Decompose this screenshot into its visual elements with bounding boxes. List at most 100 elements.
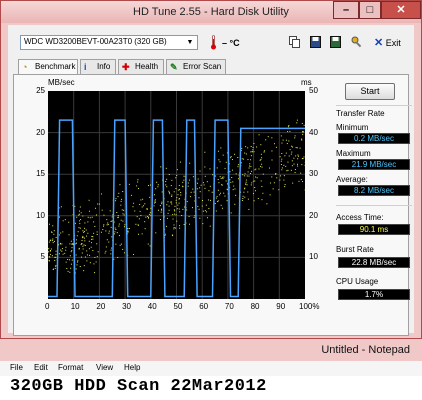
- notepad-text-area[interactable]: 320GB HDD Scan 22Mar2012: [10, 377, 267, 396]
- access-time-point: [170, 185, 172, 187]
- access-time-point: [108, 232, 110, 234]
- access-time-point: [111, 216, 113, 218]
- save-screenshot-icon[interactable]: [330, 36, 341, 48]
- access-time-point: [221, 207, 223, 209]
- access-time-point: [246, 184, 248, 186]
- access-time-point: [287, 131, 289, 133]
- access-time-point: [283, 175, 285, 177]
- access-time-point: [65, 246, 67, 248]
- access-time-point: [281, 158, 283, 160]
- access-time-point: [82, 248, 84, 250]
- access-time-point: [93, 263, 95, 265]
- access-time-point: [226, 183, 228, 185]
- access-time-point: [252, 180, 254, 182]
- access-time-point: [263, 151, 265, 153]
- access-time-point: [116, 232, 118, 234]
- access-time-point: [297, 155, 299, 157]
- access-time-point: [223, 176, 225, 178]
- menu-format[interactable]: Format: [58, 363, 83, 372]
- access-time-point: [296, 119, 298, 121]
- cpu-usage-value-text: 1.7%: [364, 290, 384, 299]
- tab-info[interactable]: i Info: [80, 59, 116, 75]
- access-time-point: [118, 192, 120, 194]
- access-time-point: [242, 195, 244, 197]
- access-time-point: [222, 178, 224, 180]
- access-time-point: [52, 242, 54, 244]
- access-time-point: [232, 189, 234, 191]
- x-tick: 80: [250, 302, 260, 311]
- access-time-point: [160, 166, 162, 168]
- minimize-button[interactable]: –: [333, 1, 359, 19]
- menu-help[interactable]: Help: [124, 363, 140, 372]
- access-time-point: [167, 212, 169, 214]
- access-time-point: [149, 245, 151, 247]
- menu-file[interactable]: File: [10, 363, 23, 372]
- access-time-point: [198, 208, 200, 210]
- close-button[interactable]: ✕: [381, 1, 421, 19]
- access-time-point: [69, 259, 71, 261]
- access-time-point: [244, 188, 246, 190]
- access-time-point: [89, 262, 91, 264]
- access-time-point: [218, 182, 220, 184]
- access-time-point: [165, 184, 167, 186]
- access-time-point: [65, 261, 67, 263]
- access-time-point: [205, 211, 207, 213]
- access-time-point: [68, 234, 70, 236]
- access-time-point: [138, 218, 140, 220]
- access-time-point: [110, 226, 112, 228]
- access-time-point: [188, 179, 190, 181]
- options-icon[interactable]: [351, 36, 362, 48]
- access-time-point: [291, 146, 293, 148]
- access-time-point: [288, 155, 290, 157]
- access-time-point: [220, 147, 222, 149]
- access-time-point: [96, 243, 98, 245]
- exit-icon: ✕: [374, 37, 384, 49]
- transfer-rate-label: Transfer Rate: [336, 109, 385, 118]
- tab-error-scan[interactable]: ✎ Error Scan: [166, 59, 226, 75]
- access-time-point: [214, 203, 216, 205]
- access-time-point: [188, 215, 190, 217]
- access-time-point: [243, 191, 245, 193]
- access-time-point: [241, 158, 243, 160]
- access-time-point: [172, 218, 174, 220]
- access-time-point: [281, 169, 283, 171]
- menu-edit[interactable]: Edit: [34, 363, 48, 372]
- drive-select[interactable]: WDC WD3200BEVT-00A23T0 (320 GB) ▼: [20, 35, 198, 50]
- access-time-point: [260, 144, 262, 146]
- access-time-point: [48, 260, 50, 262]
- access-time-point: [303, 124, 305, 126]
- access-time-point: [247, 159, 249, 161]
- access-time-point: [235, 194, 237, 196]
- access-time-point: [80, 244, 82, 246]
- access-time-point: [108, 241, 110, 243]
- maximize-button[interactable]: □: [359, 1, 381, 19]
- access-time-point: [168, 192, 170, 194]
- access-time-point: [186, 209, 188, 211]
- exit-button[interactable]: ✕ Exit: [374, 36, 401, 49]
- notepad-titlebar[interactable]: Untitled - Notepad: [0, 339, 422, 361]
- access-time-point: [173, 209, 175, 211]
- tab-health[interactable]: ✚ Health: [118, 59, 164, 75]
- access-time-point: [153, 194, 155, 196]
- access-time-point: [242, 174, 244, 176]
- access-time-point: [137, 181, 139, 183]
- maximum-value-text: 21.9 MB/sec: [351, 160, 397, 169]
- access-time-point: [259, 165, 261, 167]
- access-time-point: [289, 130, 291, 132]
- copy-icon[interactable]: [289, 36, 300, 48]
- x-tick: 40: [147, 302, 157, 311]
- start-button[interactable]: Start: [345, 83, 395, 100]
- access-time-point: [77, 260, 79, 262]
- benchmark-icon: ◔: [22, 62, 28, 72]
- access-time-point: [117, 196, 119, 198]
- access-time-point: [49, 256, 51, 258]
- access-time-point: [250, 159, 252, 161]
- menu-view[interactable]: View: [96, 363, 113, 372]
- access-time-point: [166, 204, 168, 206]
- access-time-point: [173, 224, 175, 226]
- access-time-point: [87, 221, 89, 223]
- hdtune-titlebar[interactable]: HD Tune 2.55 - Hard Disk Utility – □ ✕: [1, 1, 421, 23]
- save-icon[interactable]: [310, 36, 321, 48]
- access-time-point: [133, 202, 135, 204]
- access-time-point: [204, 210, 206, 212]
